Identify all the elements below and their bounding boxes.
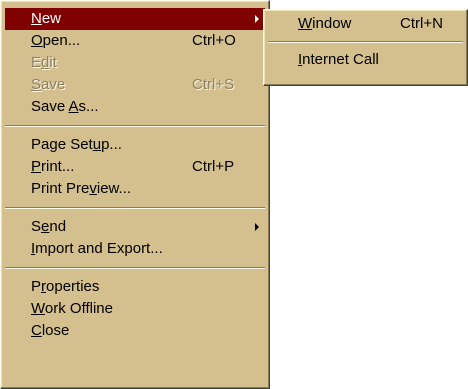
- menu-item-print-preview-label: Print Preview...: [31, 180, 132, 197]
- menu-item-page-setup-label: Page Setup...: [31, 136, 122, 153]
- submenu-arrow-icon: [255, 15, 259, 23]
- menu-item-print-label: Print...: [31, 158, 75, 175]
- menu-item-save-label: Save: [31, 76, 66, 93]
- menu-separator: [5, 207, 265, 209]
- menu-item-new[interactable]: New: [5, 8, 265, 30]
- menu-item-properties[interactable]: Properties: [5, 276, 265, 298]
- menu-separator: [5, 125, 265, 127]
- menu-separator: [268, 41, 463, 43]
- menu-item-close[interactable]: Close: [5, 320, 265, 342]
- menu-item-import-export[interactable]: Import and Export...: [5, 238, 265, 260]
- menu-item-edit-label: Edit: [31, 54, 57, 71]
- menu-item-open-shortcut: Ctrl+O: [192, 32, 236, 49]
- menu-item-import-export-label: Import and Export...: [31, 240, 163, 257]
- menu-item-send-label: Send: [31, 218, 67, 235]
- menu-item-close-label: Close: [31, 322, 70, 339]
- menu-item-open-label: Open...: [31, 32, 81, 49]
- menu-item-work-offline-label: Work Offline: [31, 300, 113, 317]
- menu-item-properties-label: Properties: [31, 278, 100, 295]
- submenu-item-window[interactable]: Window Ctrl+N: [268, 13, 463, 35]
- menu-item-edit: Edit: [5, 52, 265, 74]
- menu-item-print[interactable]: Print... Ctrl+P: [5, 156, 265, 178]
- menu-item-print-shortcut: Ctrl+P: [192, 158, 235, 175]
- submenu-item-internet-call[interactable]: Internet Call: [268, 49, 463, 71]
- menu-item-new-label: New: [31, 10, 62, 27]
- menu-item-page-setup[interactable]: Page Setup...: [5, 134, 265, 156]
- menu-item-save-shortcut: Ctrl+S: [192, 76, 235, 93]
- menu-item-open[interactable]: Open... Ctrl+O: [5, 30, 265, 52]
- menu-item-save-as-label: Save As...: [31, 98, 99, 115]
- menu-item-work-offline[interactable]: Work Offline: [5, 298, 265, 320]
- menu-item-save-as[interactable]: Save As...: [5, 96, 265, 118]
- menu-separator: [5, 267, 265, 269]
- menu-item-send[interactable]: Send: [5, 216, 265, 238]
- submenu-item-window-label: Window: [298, 15, 352, 32]
- submenu-item-window-shortcut: Ctrl+N: [400, 15, 443, 32]
- file-menu: New Open... Ctrl+O Edit Save Ctrl+S Save…: [0, 0, 270, 389]
- submenu-item-internet-call-label: Internet Call: [298, 51, 379, 68]
- menu-item-save: Save Ctrl+S: [5, 74, 265, 96]
- submenu-arrow-icon: [255, 223, 259, 231]
- menu-item-print-preview[interactable]: Print Preview...: [5, 178, 265, 200]
- new-submenu: Window Ctrl+N Internet Call: [263, 9, 468, 86]
